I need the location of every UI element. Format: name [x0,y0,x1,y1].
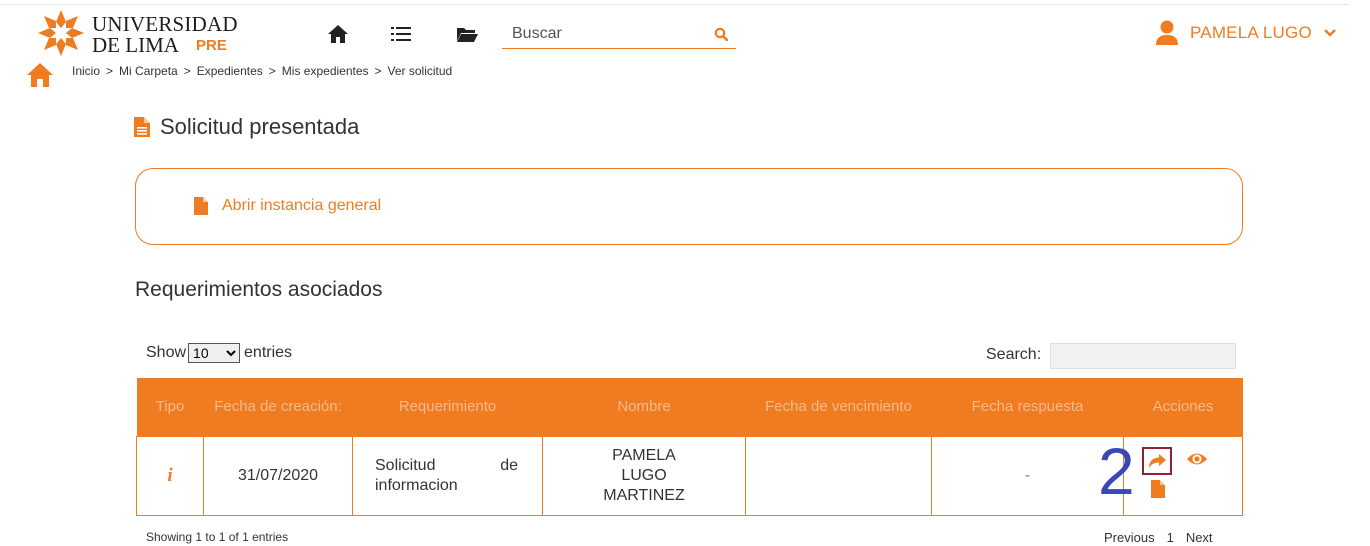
cell-nombre: PAMELA LUGO MARTINEZ [542,435,746,516]
column-header-acciones: Acciones [1123,378,1243,436]
column-header-requerimiento[interactable]: Requerimiento [352,378,543,436]
pagination-next[interactable]: Next [1186,530,1213,545]
home-nav-icon[interactable] [327,24,349,44]
cell-requerimiento: Solicitud de informacion [352,435,543,516]
logo-line-2: DE LIMA [92,33,179,57]
breadcrumb-ver-solicitud: Ver solicitud [387,64,453,78]
column-header-fecha-respuesta[interactable]: Fecha respuesta [931,378,1124,436]
table-search-label: Search: [986,346,1042,363]
table-row: i 31/07/2020 Solicitud de informacion PA… [136,435,1243,516]
column-header-fecha-creacion[interactable]: Fecha de creación: [203,378,353,436]
step-annotation: 2 [1098,434,1135,508]
column-header-fecha-vencimiento[interactable]: Fecha de vencimiento [745,378,932,436]
table-info: Showing 1 to 1 of 1 entries [146,530,289,544]
show-label: Show [146,344,187,361]
entries-label: entries [244,344,293,361]
document-icon [134,117,150,137]
global-search [502,19,736,49]
breadcrumb-inicio[interactable]: Inicio [72,64,100,78]
search-input[interactable] [512,23,702,45]
table-search-input[interactable] [1050,343,1236,369]
pagination-previous[interactable]: Previous [1104,530,1155,545]
breadcrumb-expedientes[interactable]: Expedientes [197,64,263,78]
share-button[interactable] [1142,446,1172,475]
folder-nav-icon[interactable] [456,24,478,44]
home-icon[interactable] [26,62,54,88]
breadcrumb: Inicio > Mi Carpeta > Expedientes > Mis … [72,64,452,78]
document-icon[interactable] [1151,479,1165,498]
search-icon[interactable] [714,27,728,41]
breadcrumb-separator: > [106,64,114,78]
column-header-tipo[interactable]: Tipo [136,378,204,436]
open-general-instance-link[interactable]: Abrir instancia general [194,197,381,215]
page-title: Solicitud presentada [134,114,359,140]
open-general-instance-label: Abrir instancia general [222,197,382,214]
cell-tipo: i [136,435,204,516]
requirements-table: Tipo Fecha de creación: Requerimiento No… [136,378,1243,516]
share-icon [1149,453,1166,468]
user-name: PAMELA LUGO [1190,23,1312,42]
pagination-page-1[interactable]: 1 [1167,530,1174,545]
logo-badge: PRE [196,37,227,54]
page-size-select[interactable]: 10 [188,343,241,363]
cell-fecha-vencimiento [745,435,932,516]
breadcrumb-separator: > [374,64,382,78]
eye-icon[interactable] [1186,450,1208,468]
row-actions [1124,437,1242,515]
cell-fecha-respuesta: - [931,435,1124,516]
chevron-down-icon [1324,29,1336,37]
page-size-control: Show 10 entries [146,343,292,363]
breadcrumb-separator: > [183,64,191,78]
page-title-text: Solicitud presentada [160,114,360,139]
logo-line-1: UNIVERSIDAD [92,12,238,36]
top-divider [0,4,1348,5]
table-header-row: Tipo Fecha de creación: Requerimiento No… [136,378,1243,436]
instance-panel: Abrir instancia general [135,168,1243,245]
breadcrumb-mis-expedientes[interactable]: Mis expedientes [282,64,369,78]
breadcrumb-mi-carpeta[interactable]: Mi Carpeta [119,64,178,78]
cell-acciones [1123,435,1243,516]
logo-flower-icon [38,10,84,56]
university-logo[interactable]: UNIVERSIDAD DE LIMA PRE [36,8,276,56]
list-nav-icon[interactable] [390,24,412,44]
pagination: Previous 1 Next [1104,530,1225,545]
info-icon[interactable]: i [167,465,172,486]
user-icon [1156,20,1178,45]
cell-fecha-creacion: 31/07/2020 [203,435,353,516]
file-icon [194,197,208,215]
user-menu[interactable]: PAMELA LUGO [1156,17,1336,49]
breadcrumb-separator: > [268,64,276,78]
section-title: Requerimientos asociados [135,278,383,301]
column-header-nombre[interactable]: Nombre [542,378,746,436]
